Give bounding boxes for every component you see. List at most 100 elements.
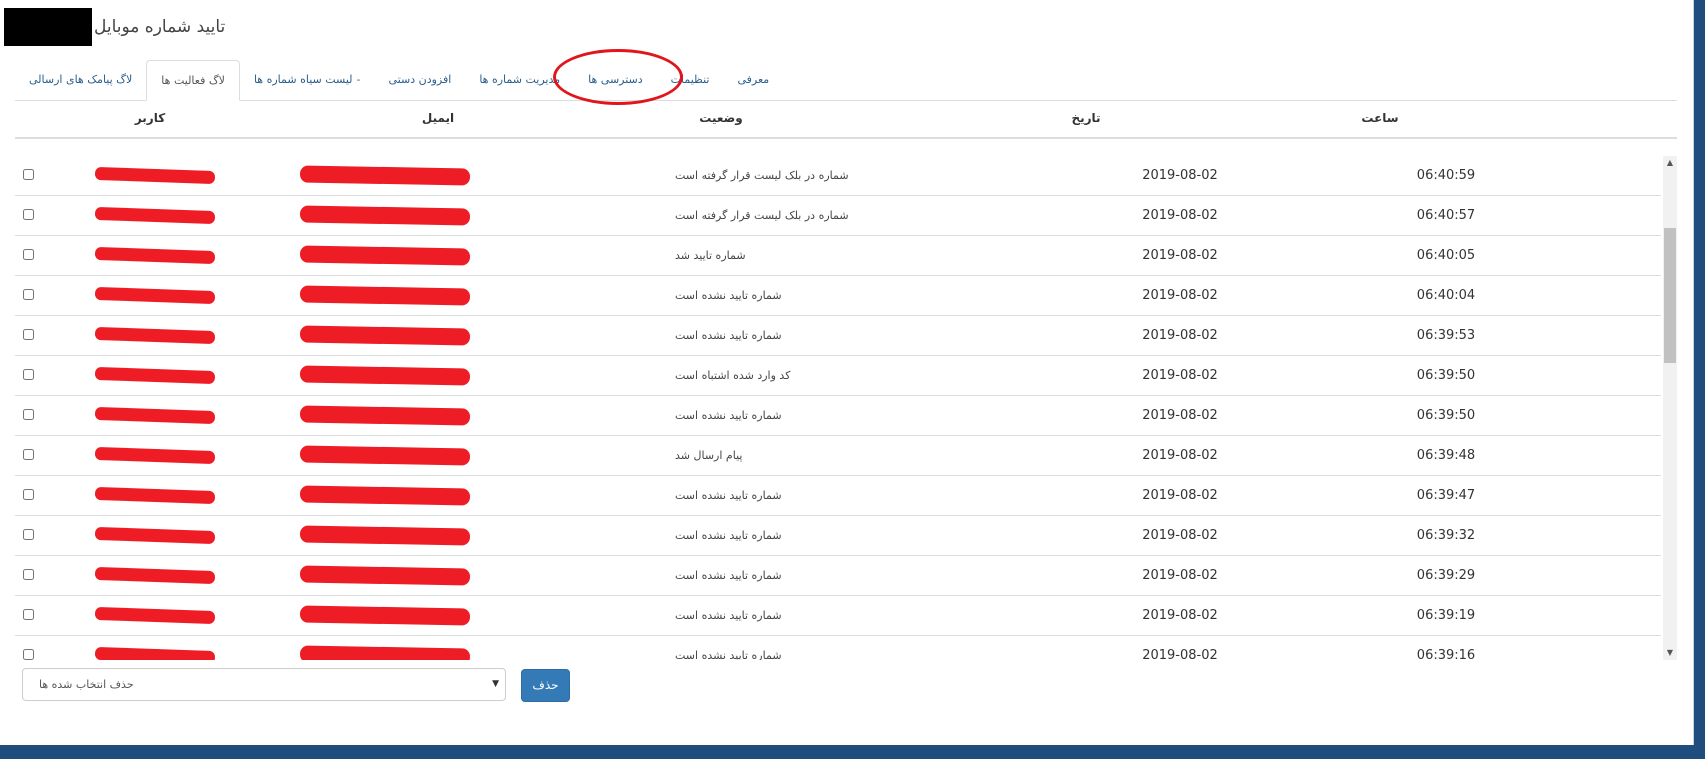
- chevron-down-icon: ▼: [492, 679, 499, 689]
- column-header-date: تاریخ: [1071, 111, 1101, 125]
- redacted-user: [94, 366, 216, 385]
- column-header-status: وضعیت: [699, 111, 743, 125]
- redacted-email: [299, 565, 471, 586]
- tab-settings[interactable]: تنظیمات: [657, 60, 724, 100]
- redacted-email: [299, 365, 471, 386]
- table-scrollbar[interactable]: ▲ ▼: [1663, 156, 1677, 660]
- column-header-user: کاربر: [134, 111, 166, 125]
- row-time: 06:39:50: [1416, 408, 1476, 423]
- table-row: شماره تایید نشده است 2019-08-02 06:39:19: [15, 596, 1661, 636]
- row-checkbox[interactable]: [23, 609, 34, 620]
- redacted-user: [94, 606, 216, 625]
- table-row: شماره تایید نشده است 2019-08-02 06:39:32: [15, 516, 1661, 556]
- tab-access[interactable]: دسترسی ها: [574, 60, 657, 100]
- redacted-user: [94, 206, 216, 225]
- row-status: شماره تایید نشده است: [675, 409, 782, 422]
- table-row: شماره تایید شد 2019-08-02 06:40:05: [15, 236, 1661, 276]
- row-time: 06:40:04: [1416, 288, 1476, 303]
- row-time: 06:40:59: [1416, 168, 1476, 183]
- redacted-email: [299, 405, 471, 426]
- redacted-user: [94, 246, 216, 265]
- redacted-email: [299, 205, 471, 226]
- table-row: شماره تایید نشده است 2019-08-02 06:40:04: [15, 276, 1661, 316]
- tab-blacklist-label: لیست سیاه شماره ها: [253, 73, 353, 86]
- row-checkbox[interactable]: [23, 249, 34, 260]
- bulk-action-selected-value: حذف انتخاب شده ها: [39, 678, 134, 691]
- table-row: شماره تایید نشده است 2019-08-02 06:39:47: [15, 476, 1661, 516]
- table-row: شماره در بلک لیست قرار گرفته است 2019-08…: [15, 196, 1661, 236]
- row-checkbox[interactable]: [23, 529, 34, 540]
- row-status: شماره تایید نشده است: [675, 569, 782, 582]
- row-checkbox[interactable]: [23, 289, 34, 300]
- row-date: 2019-08-02: [1142, 648, 1218, 660]
- redacted-user: [94, 286, 216, 305]
- row-time: 06:39:29: [1416, 568, 1476, 583]
- column-header-email: ایمیل: [421, 111, 455, 125]
- row-date: 2019-08-02: [1142, 288, 1218, 303]
- row-checkbox[interactable]: [23, 169, 34, 180]
- main-panel: تایید شماره موبایل معرفی تنظیمات دسترسی …: [0, 0, 1694, 745]
- tab-activity-log[interactable]: لاگ فعالیت ها: [146, 60, 240, 101]
- row-checkbox[interactable]: [23, 449, 34, 460]
- row-time: 06:39:19: [1416, 608, 1476, 623]
- table-body[interactable]: شماره در بلک لیست قرار گرفته است 2019-08…: [15, 156, 1661, 660]
- redacted-user: [94, 646, 216, 660]
- row-status: شماره تایید نشده است: [675, 529, 782, 542]
- table-row: شماره تایید نشده است 2019-08-02 06:39:29: [15, 556, 1661, 596]
- row-checkbox[interactable]: [23, 209, 34, 220]
- delete-button[interactable]: حذف: [521, 669, 570, 702]
- redacted-email: [299, 525, 471, 546]
- redacted-email: [299, 325, 471, 346]
- row-status: شماره تایید نشده است: [675, 289, 782, 302]
- tab-bar: معرفی تنظیمات دسترسی ها مدیریت شماره ها …: [15, 60, 1677, 101]
- row-status: شماره تایید نشده است: [675, 489, 782, 502]
- scroll-up-arrow-icon[interactable]: ▲: [1663, 156, 1677, 170]
- row-status: شماره تایید نشده است: [675, 649, 782, 660]
- row-status: کد وارد شده اشتباه است: [675, 369, 791, 382]
- redacted-email: [299, 245, 471, 266]
- tab-number-management[interactable]: مدیریت شماره ها: [465, 60, 574, 100]
- row-checkbox[interactable]: [23, 329, 34, 340]
- redacted-user: [94, 446, 216, 465]
- row-date: 2019-08-02: [1142, 208, 1218, 223]
- table-row: شماره تایید نشده است 2019-08-02 06:39:50: [15, 396, 1661, 436]
- row-checkbox[interactable]: [23, 649, 34, 660]
- table-header: کاربر ایمیل وضعیت تاریخ ساعت: [15, 100, 1677, 139]
- redacted-email: [299, 285, 471, 306]
- tab-intro[interactable]: معرفی: [723, 60, 783, 100]
- redacted-email: [299, 445, 471, 466]
- row-time: 06:40:57: [1416, 208, 1476, 223]
- redacted-email: [299, 645, 471, 660]
- title-row: تایید شماره موبایل: [4, 8, 225, 46]
- redaction-box: [4, 8, 92, 46]
- row-date: 2019-08-02: [1142, 448, 1218, 463]
- row-date: 2019-08-02: [1142, 328, 1218, 343]
- table-row: شماره در بلک لیست قرار گرفته است 2019-08…: [15, 156, 1661, 196]
- scroll-down-arrow-icon[interactable]: ▼: [1663, 646, 1677, 660]
- bulk-action-select[interactable]: حذف انتخاب شده ها ▼: [22, 668, 506, 701]
- row-status: شماره تایید شد: [675, 249, 746, 262]
- row-date: 2019-08-02: [1142, 408, 1218, 423]
- table-row: شماره تایید نشده است 2019-08-02 06:39:53: [15, 316, 1661, 356]
- tab-sms-log[interactable]: لاگ پیامک های ارسالی: [15, 60, 146, 100]
- row-checkbox[interactable]: [23, 369, 34, 380]
- redacted-user: [94, 326, 216, 345]
- redacted-email: [299, 485, 471, 506]
- tab-blacklist[interactable]: لیست سیاه شماره ها -: [240, 60, 375, 100]
- page-title: تایید شماره موبایل: [94, 17, 226, 37]
- row-date: 2019-08-02: [1142, 528, 1218, 543]
- row-date: 2019-08-02: [1142, 608, 1218, 623]
- row-checkbox[interactable]: [23, 569, 34, 580]
- row-checkbox[interactable]: [23, 489, 34, 500]
- redacted-user: [94, 406, 216, 425]
- tab-manual-add[interactable]: افزودن دستی: [375, 60, 466, 100]
- redacted-email: [299, 605, 471, 626]
- row-date: 2019-08-02: [1142, 368, 1218, 383]
- row-checkbox[interactable]: [23, 409, 34, 420]
- row-time: 06:39:53: [1416, 328, 1476, 343]
- row-status: شماره در بلک لیست قرار گرفته است: [675, 169, 849, 182]
- row-status: پیام ارسال شد: [675, 449, 743, 462]
- table-row: شماره تایید نشده است 2019-08-02 06:39:16: [15, 636, 1661, 660]
- row-date: 2019-08-02: [1142, 248, 1218, 263]
- scrollbar-thumb[interactable]: [1664, 228, 1676, 363]
